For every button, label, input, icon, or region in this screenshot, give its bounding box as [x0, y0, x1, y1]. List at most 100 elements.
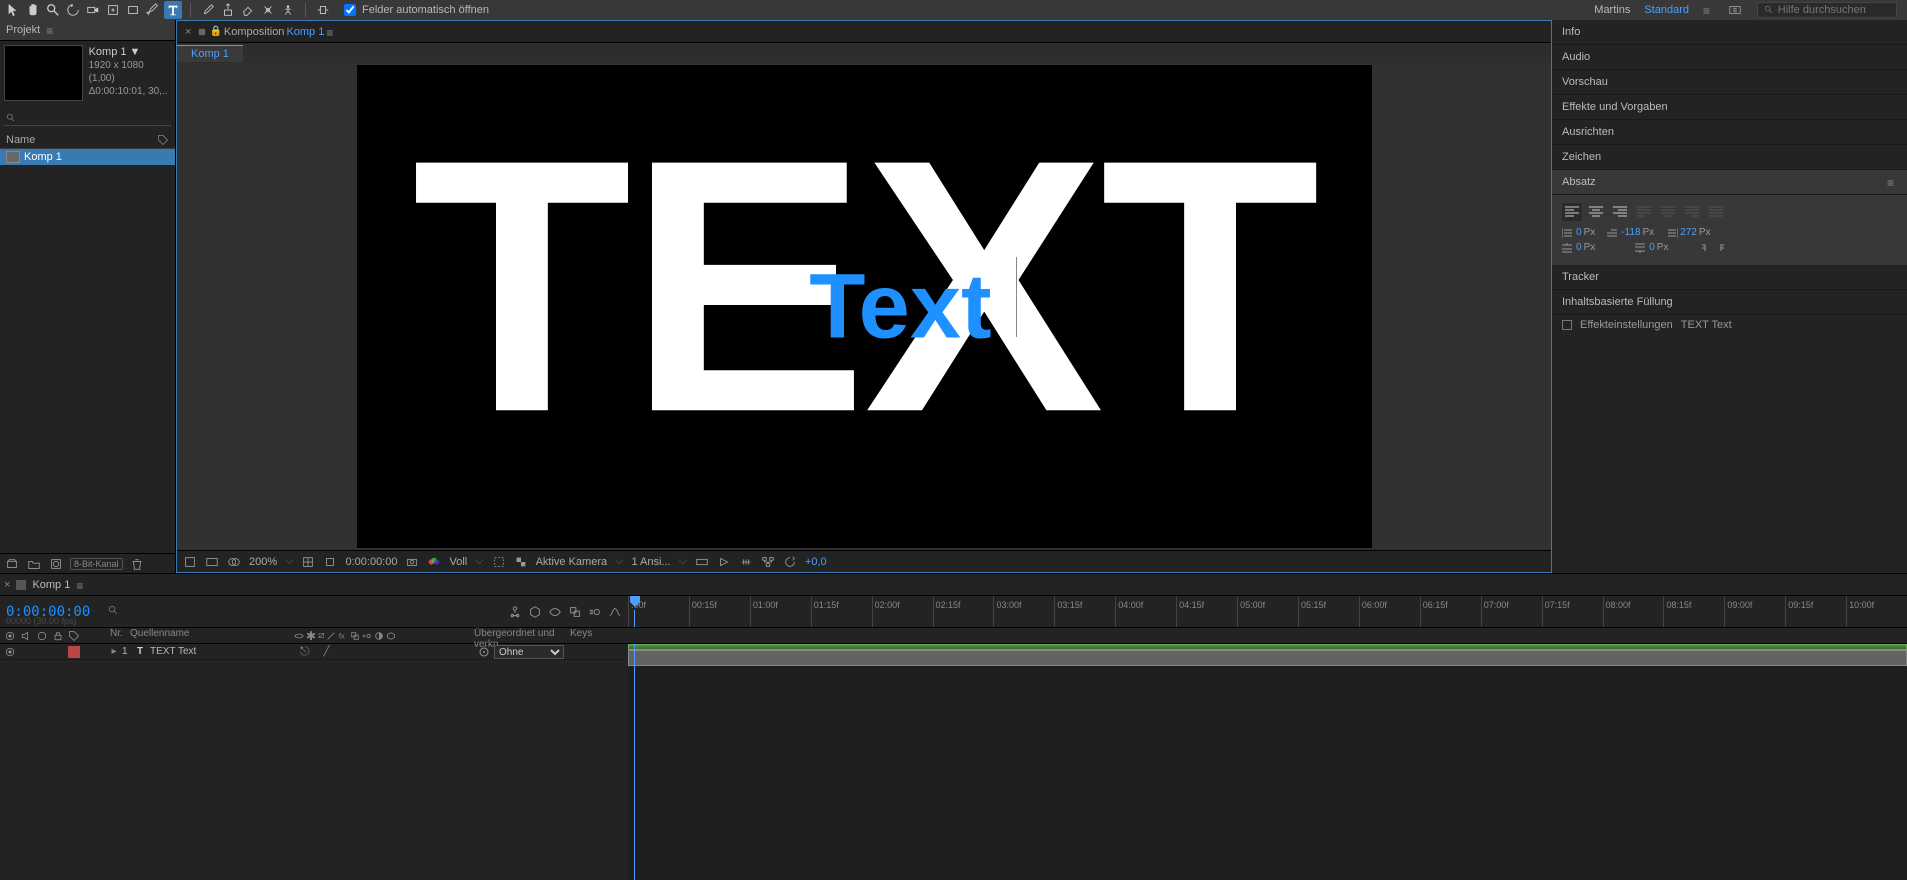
expand-arrow-icon[interactable]: ▸ [108, 646, 120, 657]
pan-behind-tool[interactable] [104, 1, 122, 19]
roto-tool[interactable] [259, 1, 277, 19]
close-tab-icon[interactable]: × [181, 26, 195, 38]
help-search-input[interactable] [1778, 4, 1890, 16]
project-search[interactable] [4, 111, 171, 126]
puppet-tool[interactable] [279, 1, 297, 19]
col-name-header[interactable]: Name [6, 134, 35, 146]
new-comp-icon[interactable] [48, 557, 64, 571]
ruler-tick[interactable]: 10:00f [1846, 596, 1907, 627]
shy-icon[interactable] [294, 631, 304, 641]
user-name[interactable]: Martins [1594, 4, 1630, 16]
effect-settings-row[interactable]: Effekteinstellungen TEXT Text [1552, 315, 1907, 335]
zoom-value[interactable]: 200% [249, 556, 277, 568]
col-nr[interactable]: Nr. [108, 628, 128, 643]
display-icon[interactable] [205, 555, 219, 569]
label-icon[interactable] [157, 134, 169, 146]
rectangle-tool[interactable] [124, 1, 142, 19]
panel-character[interactable]: Zeichen [1552, 145, 1907, 170]
panel-preview[interactable]: Vorschau [1552, 70, 1907, 95]
tab-square-icon[interactable] [197, 27, 207, 37]
space-after[interactable]: 0Px [1635, 242, 1668, 253]
eraser-tool[interactable] [239, 1, 257, 19]
panel-menu-icon[interactable] [1887, 178, 1897, 186]
solo-col-icon[interactable] [36, 630, 48, 642]
comp-mini-flowchart-icon[interactable] [508, 605, 522, 619]
roi-icon[interactable] [492, 555, 506, 569]
panel-audio[interactable]: Audio [1552, 45, 1907, 70]
ruler-tick[interactable]: 05:15f [1298, 596, 1359, 627]
audio-col-icon[interactable] [20, 630, 32, 642]
time-ruler[interactable]: :00f00:15f01:00f01:15f02:00f02:15f03:00f… [628, 596, 1907, 627]
ruler-tick[interactable]: 03:15f [1054, 596, 1115, 627]
track-area[interactable] [628, 644, 1907, 880]
snapshot-icon[interactable] [405, 555, 419, 569]
playhead[interactable] [628, 596, 642, 610]
layer-duration-bar[interactable] [628, 650, 1907, 666]
panel-align[interactable]: Ausrichten [1552, 120, 1907, 145]
indent-left[interactable]: 0Px [1562, 227, 1595, 238]
text-layer-small[interactable]: Text [809, 254, 991, 359]
ruler-tick[interactable]: 02:15f [933, 596, 994, 627]
ruler-tick[interactable]: 08:00f [1603, 596, 1664, 627]
folder-icon[interactable] [26, 557, 42, 571]
indent-right[interactable]: 272Px [1666, 227, 1710, 238]
ruler-tick[interactable]: 07:15f [1542, 596, 1603, 627]
orbit-tool[interactable] [64, 1, 82, 19]
project-tab[interactable]: Projekt [0, 20, 175, 41]
close-tab-icon[interactable]: × [4, 579, 10, 591]
workspace-selector[interactable]: Standard [1644, 4, 1689, 16]
reset-exposure-icon[interactable] [783, 555, 797, 569]
graph-editor-icon[interactable] [608, 605, 622, 619]
comp-name-label[interactable]: Komp 1 [286, 26, 324, 38]
justify-all-button[interactable] [1706, 203, 1726, 221]
ruler-tick[interactable]: 00:15f [689, 596, 750, 627]
panel-menu-icon[interactable] [326, 28, 336, 36]
views-value[interactable]: 1 Ansi... [631, 556, 670, 568]
col-keys[interactable]: Keys [568, 628, 628, 643]
col-source-name[interactable]: Quellenname [128, 628, 290, 643]
col-parent[interactable]: Übergeordnet und verkn... [472, 628, 568, 643]
panel-menu-icon[interactable] [76, 581, 86, 589]
ruler-tick[interactable]: 01:15f [811, 596, 872, 627]
ruler-tick[interactable]: 01:00f [750, 596, 811, 627]
pixel-ar-icon[interactable] [695, 555, 709, 569]
justify-last-right-button[interactable] [1682, 203, 1702, 221]
layer-name[interactable]: TEXT Text [146, 646, 296, 657]
flowchart-icon[interactable] [761, 555, 775, 569]
timeline-search[interactable] [108, 605, 119, 619]
lock-icon[interactable]: 🔒 [209, 26, 221, 37]
ruler-tick[interactable]: 04:15f [1176, 596, 1237, 627]
align-center-button[interactable] [1586, 203, 1606, 221]
motion-blur-icon[interactable] [588, 605, 602, 619]
indent-first-line[interactable]: -118Px [1607, 227, 1654, 238]
timeline-icon[interactable] [739, 555, 753, 569]
align-left-button[interactable] [1562, 203, 1582, 221]
grid-icon[interactable] [301, 555, 315, 569]
snapping-icon[interactable] [314, 1, 332, 19]
clone-tool[interactable] [219, 1, 237, 19]
ruler-tick[interactable]: 06:15f [1420, 596, 1481, 627]
justify-last-left-button[interactable] [1634, 203, 1654, 221]
help-search[interactable] [1757, 2, 1897, 18]
quality-switch[interactable]: ╱ [324, 646, 330, 657]
parent-dropdown[interactable]: Ohne [494, 645, 564, 659]
fx-icon[interactable]: ✱ [306, 629, 316, 643]
panel-paragraph[interactable]: Absatz [1552, 170, 1907, 195]
eye-icon[interactable] [4, 646, 16, 658]
ruler-tick[interactable]: 02:00f [872, 596, 933, 627]
comp-thumbnail[interactable] [4, 45, 83, 101]
adjustment-icon[interactable] [374, 631, 384, 641]
shy-switch[interactable]: ⎋ [300, 644, 310, 659]
overflow-icon[interactable] [1727, 2, 1743, 18]
brush-tool[interactable] [199, 1, 217, 19]
fast-preview-icon[interactable] [717, 555, 731, 569]
ruler-tick[interactable]: 03:00f [993, 596, 1054, 627]
flowchart-tab[interactable]: Komp 1 [177, 45, 243, 62]
panel-effects[interactable]: Effekte und Vorgaben [1552, 95, 1907, 120]
panel-menu-icon[interactable] [46, 26, 56, 34]
text-tool[interactable] [164, 1, 182, 19]
hide-shy-icon[interactable] [548, 605, 562, 619]
exposure-value[interactable]: +0,0 [805, 556, 827, 568]
ruler-tick[interactable]: 09:00f [1724, 596, 1785, 627]
tab-icon[interactable] [16, 580, 26, 590]
